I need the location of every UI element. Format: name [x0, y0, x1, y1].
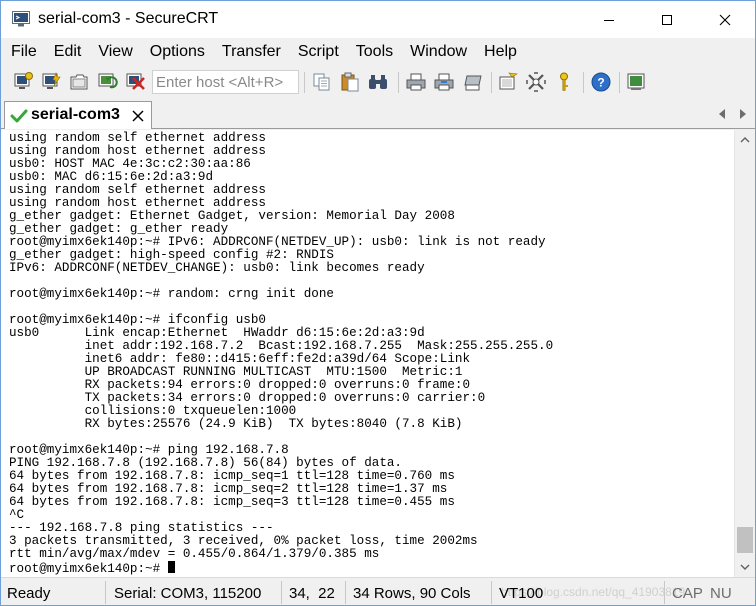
scroll-down-button[interactable] — [735, 557, 755, 577]
print-icon[interactable] — [405, 71, 427, 93]
toolbar-separator — [619, 72, 620, 93]
status-separator — [345, 581, 346, 604]
host-input[interactable] — [152, 70, 299, 94]
toolbar-separator — [583, 72, 584, 93]
chevron-up-icon — [740, 137, 750, 143]
connect-in-tab-icon[interactable] — [68, 71, 90, 93]
securecrt-window: serial-com3 - SecureCRT File Edit View O… — [0, 0, 756, 606]
status-emulation: VT100 — [499, 585, 544, 602]
session-options-icon[interactable] — [497, 71, 519, 93]
find-icon[interactable] — [367, 71, 389, 93]
keymap-icon[interactable] — [525, 71, 547, 93]
sftp-key-icon[interactable] — [553, 71, 575, 93]
scroll-thumb[interactable] — [737, 527, 753, 553]
toolbar-separator — [398, 72, 399, 93]
terminal-output: using random self ethernet address using … — [9, 132, 553, 576]
svg-text:?: ? — [597, 76, 604, 90]
terminal-line: root@myimx6ek140p:~# random: crng init d… — [9, 287, 334, 301]
reconnect-icon[interactable] — [96, 71, 118, 93]
terminal-line: RX bytes:25576 (24.9 KiB) TX bytes:8040 … — [9, 417, 463, 431]
close-window-button[interactable] — [702, 1, 748, 38]
menu-transfer[interactable]: Transfer — [222, 43, 281, 61]
status-separator — [105, 581, 106, 604]
status-cursor-position: 34, 22 — [289, 585, 335, 602]
minimize-button[interactable] — [586, 1, 632, 38]
maximize-icon — [662, 14, 672, 25]
title-bar[interactable]: serial-com3 - SecureCRT — [1, 1, 755, 38]
menu-file[interactable]: File — [11, 43, 37, 61]
copy-icon[interactable] — [311, 71, 333, 93]
text-cursor — [167, 561, 175, 573]
tab-scroll-right-icon[interactable] — [738, 108, 748, 120]
paste-icon[interactable] — [339, 71, 361, 93]
status-bar: Ready Serial: COM3, 115200 34, 22 34 Row… — [1, 577, 755, 605]
menu-options[interactable]: Options — [150, 43, 205, 61]
terminal-line: 64 bytes from 192.168.7.8: icmp_seq=3 tt… — [9, 495, 455, 509]
minimize-icon — [604, 19, 614, 21]
print-selection-icon[interactable] — [433, 71, 455, 93]
tab-label: serial-com3 — [31, 106, 120, 123]
status-caps-lock: CAP — [672, 585, 703, 602]
menu-edit[interactable]: Edit — [54, 43, 82, 61]
scroll-up-button[interactable] — [735, 130, 755, 150]
menu-bar: File Edit View Options Transfer Script T… — [1, 38, 755, 66]
print-screen-icon[interactable] — [461, 71, 483, 93]
menu-view[interactable]: View — [98, 43, 132, 61]
chevron-down-icon — [740, 564, 750, 570]
terminal-line: rtt min/avg/max/mdev = 0.455/0.864/1.379… — [9, 547, 380, 561]
status-separator — [664, 581, 665, 604]
connected-check-icon — [10, 109, 28, 123]
tab-strip: serial-com3 — [1, 99, 755, 129]
status-terminal-size: 34 Rows, 90 Cols — [353, 585, 471, 602]
menu-tools[interactable]: Tools — [356, 43, 393, 61]
help-icon[interactable]: ? — [590, 71, 612, 93]
menu-help[interactable]: Help — [484, 43, 517, 61]
script-icon[interactable] — [625, 71, 647, 93]
terminal-line: IPv6: ADDRCONF(NETDEV_CHANGE): usb0: lin… — [9, 261, 425, 275]
toolbar-separator — [491, 72, 492, 93]
status-state: Ready — [7, 585, 51, 602]
terminal-view[interactable]: using random self ethernet address using … — [1, 130, 734, 577]
menu-window[interactable]: Window — [410, 43, 467, 61]
status-separator — [491, 581, 492, 604]
terminal-line: root@myimx6ek140p:~# — [9, 561, 553, 576]
quick-connect-icon[interactable] — [40, 71, 62, 93]
status-separator — [281, 581, 282, 604]
toolbar-separator — [304, 72, 305, 93]
toolbar: ? — [1, 66, 755, 99]
connect-icon[interactable] — [12, 71, 34, 93]
maximize-button[interactable] — [644, 1, 690, 38]
disconnect-icon[interactable] — [124, 71, 146, 93]
status-connection: Serial: COM3, 115200 — [114, 585, 262, 602]
vertical-scrollbar[interactable] — [734, 130, 755, 577]
tab-close-icon[interactable] — [131, 109, 145, 123]
tab-serial-com3[interactable]: serial-com3 — [4, 101, 152, 129]
status-num-lock: NU — [710, 585, 732, 602]
securecrt-app-icon — [12, 11, 30, 27]
window-title: serial-com3 - SecureCRT — [38, 10, 219, 27]
menu-script[interactable]: Script — [298, 43, 339, 61]
close-icon — [719, 14, 731, 25]
tab-scroll-left-icon[interactable] — [717, 108, 727, 120]
